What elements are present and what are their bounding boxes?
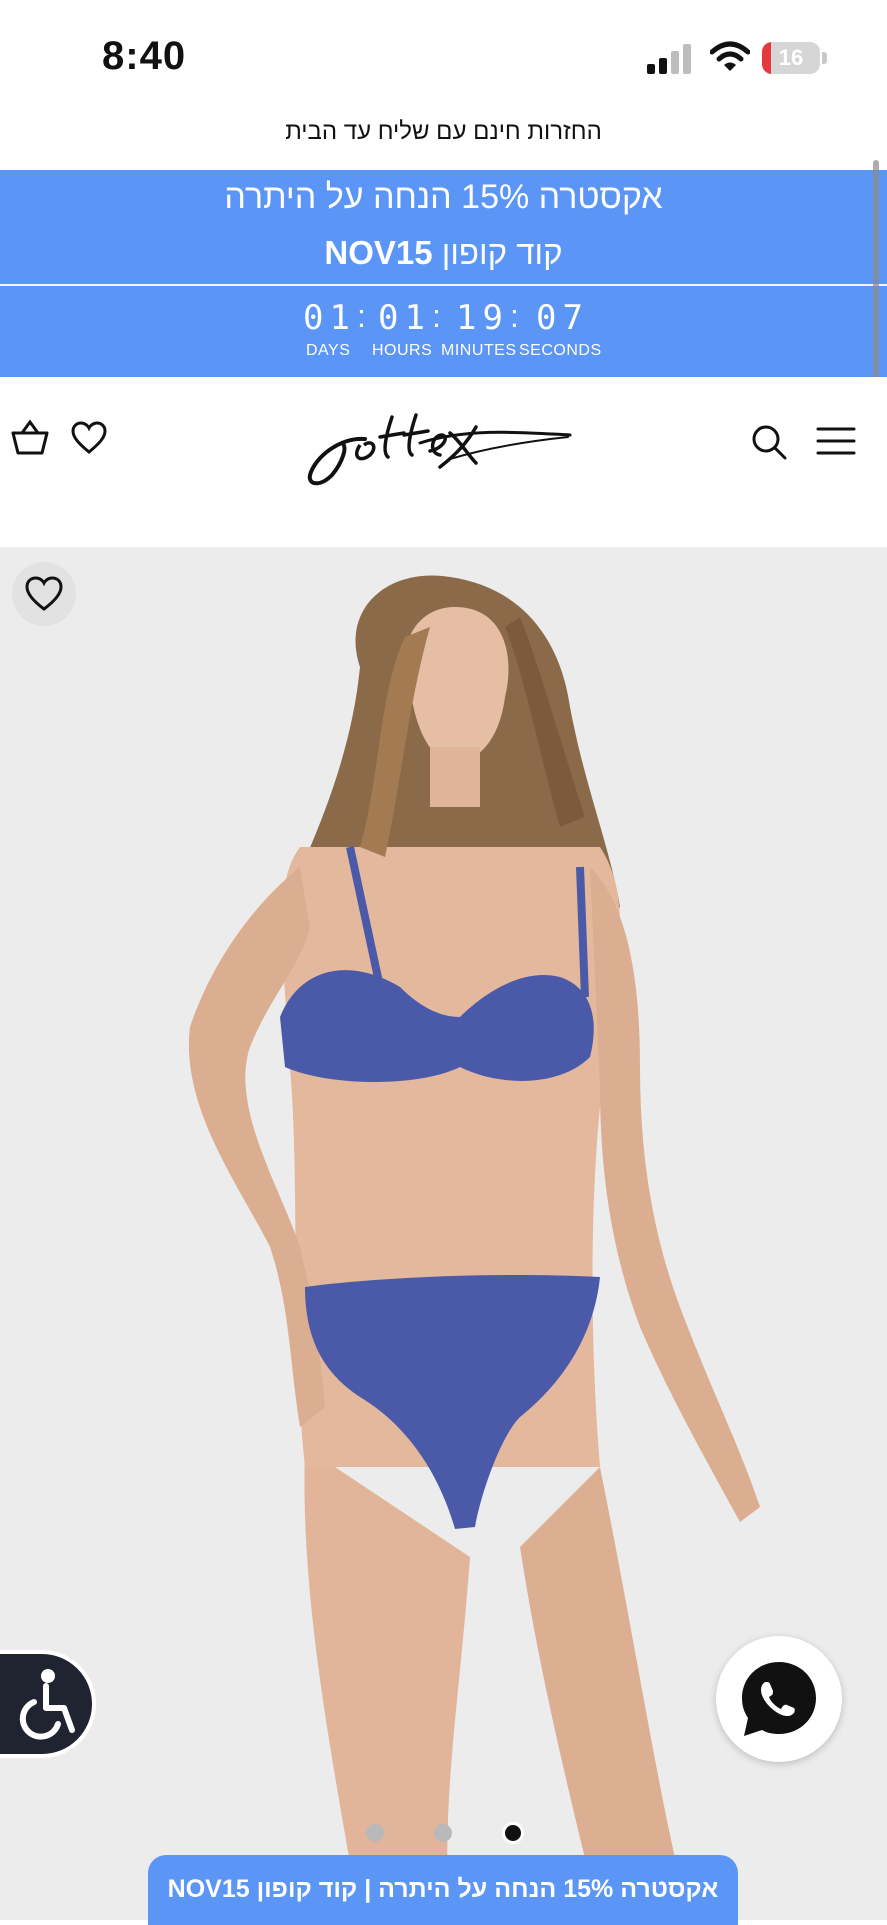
countdown-days: 01 (303, 298, 356, 338)
countdown-minutes: 19 (456, 298, 509, 338)
battery-icon: 16 (762, 42, 828, 76)
countdown-label-hours: HOURS (372, 342, 433, 359)
countdown-seconds: 07 (536, 298, 589, 338)
cart-icon[interactable] (10, 419, 50, 457)
countdown-separator: : (510, 298, 519, 334)
whatsapp-button[interactable] (716, 1636, 842, 1762)
countdown-label-days: DAYS (306, 342, 351, 359)
clock: 8:40 (102, 34, 187, 78)
accessibility-icon (19, 1669, 75, 1740)
wishlist-button[interactable] (12, 562, 76, 626)
coupon-label: קוד קופון (441, 234, 563, 271)
carousel-dot-active[interactable] (502, 1822, 524, 1844)
heart-icon[interactable] (70, 421, 108, 455)
gottex-logo[interactable] (300, 397, 580, 497)
carousel-dot[interactable] (434, 1824, 452, 1842)
battery-level: 16 (778, 45, 804, 70)
promo-coupon: קוד קופון NOV15 (0, 234, 887, 272)
countdown-timer: 01 : 01 : 19 : 07 DAYS HOURS MINUTES SEC… (0, 298, 887, 368)
menu-icon[interactable] (816, 425, 856, 457)
bottom-promo-banner[interactable]: אקסטרה 15% הנחה על היתרה | קוד קופון NOV… (148, 1855, 738, 1925)
countdown-label-minutes: MINUTES (441, 342, 517, 359)
countdown-hours: 01 (378, 298, 431, 338)
shipping-notice: החזרות חינם עם שליח עד הבית (285, 118, 602, 145)
heart-icon (25, 576, 63, 611)
cellular-signal-icon (647, 44, 691, 74)
promo-headline: אקסטרה 15% הנחה על היתרה (224, 178, 663, 216)
search-icon[interactable] (750, 423, 788, 461)
wifi-icon (710, 41, 750, 71)
carousel-dot[interactable] (366, 1824, 384, 1842)
promo-banner[interactable]: אקסטרה 15% הנחה על היתרה קוד קופון NOV15… (0, 170, 887, 377)
status-bar: 8:40 16 (0, 0, 887, 110)
whatsapp-icon (742, 1662, 816, 1736)
countdown-label-seconds: SECONDS (519, 342, 602, 359)
promo-divider (0, 284, 887, 286)
coupon-code: NOV15 (324, 234, 433, 271)
countdown-separator: : (432, 298, 441, 334)
site-header (0, 377, 887, 547)
countdown-separator: : (357, 298, 366, 334)
